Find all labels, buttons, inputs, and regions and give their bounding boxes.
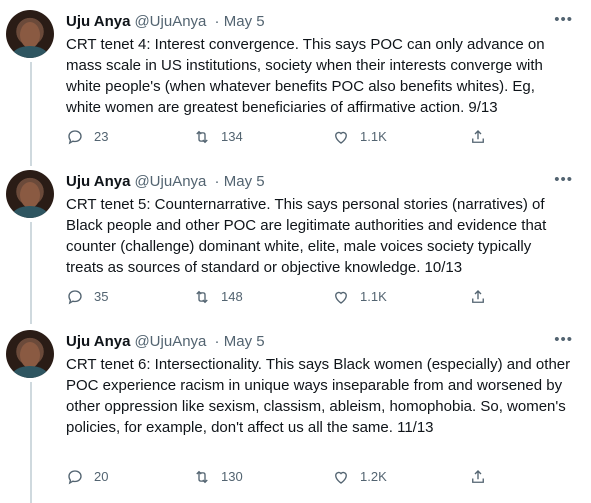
tweet[interactable]: Uju Anya @UjuAnya · May 5 ••• CRT tenet 6… <box>0 330 591 495</box>
retweet-button[interactable]: 130 <box>193 467 243 487</box>
like-icon <box>335 291 347 304</box>
share-icon <box>472 290 484 303</box>
author-name[interactable]: Uju Anya <box>66 13 130 30</box>
avatar[interactable] <box>6 10 54 58</box>
retweet-count: 130 <box>221 469 243 484</box>
action-bar: 23 134 1.1K <box>66 127 516 147</box>
like-icon <box>335 471 347 484</box>
like-button[interactable]: 1.1K <box>332 287 387 307</box>
tweet[interactable]: Uju Anya @UjuAnya · May 5 ••• CRT tenet 4… <box>0 10 591 155</box>
separator-dot: · <box>210 173 224 190</box>
avatar[interactable] <box>6 170 54 218</box>
retweet-button[interactable]: 134 <box>193 127 243 147</box>
retweet-icon <box>196 130 208 144</box>
tweet-header: Uju Anya @UjuAnya · May 5 <box>66 12 265 32</box>
tweet-header: Uju Anya @UjuAnya · May 5 <box>66 172 265 192</box>
retweet-button[interactable]: 148 <box>193 287 243 307</box>
like-count: 1.1K <box>360 129 387 144</box>
retweet-count: 148 <box>221 289 243 304</box>
reply-count: 35 <box>94 289 109 304</box>
reply-count: 23 <box>94 129 109 144</box>
tweet-header: Uju Anya @UjuAnya · May 5 <box>66 332 265 352</box>
tweet-date[interactable]: May 5 <box>224 333 265 350</box>
author-name[interactable]: Uju Anya <box>66 333 130 350</box>
tweet[interactable]: Uju Anya @UjuAnya · May 5 ••• CRT tenet 5… <box>0 170 591 315</box>
separator-dot: · <box>210 13 224 30</box>
retweet-icon <box>196 290 208 304</box>
tweet-text: CRT tenet 4: Interest convergence. This … <box>66 36 545 116</box>
share-icon <box>472 130 484 143</box>
separator-dot: · <box>210 333 224 350</box>
share-button[interactable] <box>469 127 497 147</box>
reply-icon <box>68 470 82 485</box>
more-icon[interactable]: ••• <box>554 330 573 350</box>
tweet-text: CRT tenet 6: Intersectionality. This say… <box>66 356 571 436</box>
tweet-date[interactable]: May 5 <box>224 173 265 190</box>
reply-button[interactable]: 20 <box>66 467 108 487</box>
reply-button[interactable]: 35 <box>66 287 108 307</box>
tweet-text: CRT tenet 5: Counternarrative. This says… <box>66 196 547 276</box>
author-name[interactable]: Uju Anya <box>66 173 130 190</box>
share-icon <box>472 470 484 483</box>
share-button[interactable] <box>469 287 497 307</box>
reply-button[interactable]: 23 <box>66 127 108 147</box>
like-count: 1.2K <box>360 469 387 484</box>
more-icon[interactable]: ••• <box>554 10 573 30</box>
share-button[interactable] <box>469 467 497 487</box>
author-handle[interactable]: @UjuAnya <box>134 173 206 190</box>
retweet-count: 134 <box>221 129 243 144</box>
like-count: 1.1K <box>360 289 387 304</box>
tweet-date[interactable]: May 5 <box>224 13 265 30</box>
like-button[interactable]: 1.1K <box>332 127 387 147</box>
like-button[interactable]: 1.2K <box>332 467 387 487</box>
like-icon <box>335 131 347 144</box>
reply-icon <box>68 130 82 145</box>
reply-count: 20 <box>94 469 109 484</box>
avatar[interactable] <box>6 330 54 378</box>
action-bar: 35 148 1.1K <box>66 287 516 307</box>
action-bar: 20 130 1.2K <box>66 467 516 487</box>
author-handle[interactable]: @UjuAnya <box>134 13 206 30</box>
reply-icon <box>68 290 82 305</box>
author-handle[interactable]: @UjuAnya <box>134 333 206 350</box>
retweet-icon <box>196 470 208 484</box>
more-icon[interactable]: ••• <box>554 170 573 190</box>
